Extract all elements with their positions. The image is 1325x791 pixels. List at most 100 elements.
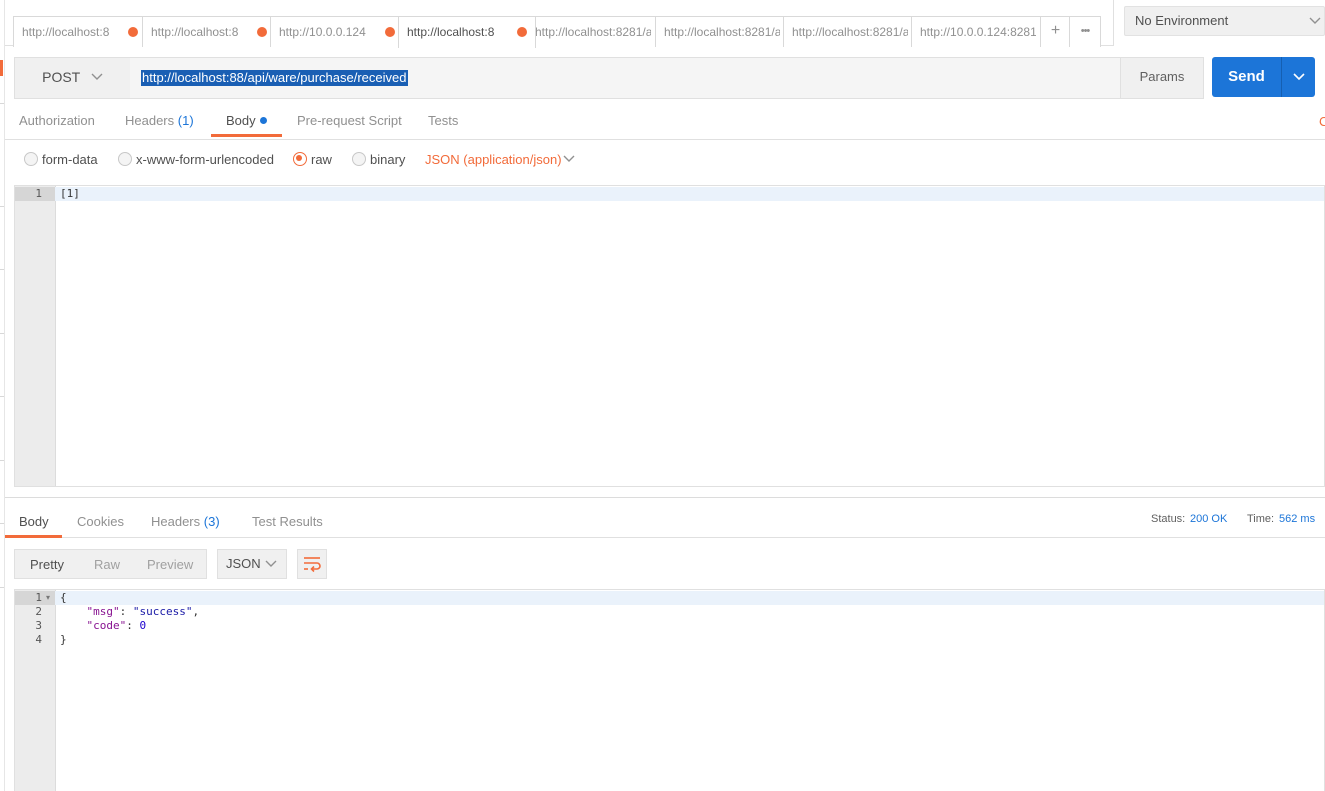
tab-pre-request-script[interactable]: Pre-request Script [297, 113, 402, 128]
code-line: "msg": "success", [86, 605, 200, 618]
preview-button[interactable]: Preview [147, 557, 193, 572]
sidebar-mark [0, 269, 4, 270]
line-number: 4 [35, 633, 42, 646]
request-tab[interactable]: http://localhost:8281/a [526, 16, 660, 47]
tab-label: Body [226, 113, 256, 128]
unsaved-dot-icon [128, 27, 138, 37]
radio-urlencoded[interactable] [118, 152, 132, 166]
request-tab[interactable]: http://10.0.0.124 [270, 16, 404, 47]
tab-label: Tests [428, 113, 459, 128]
tab-label: Pre-request Script [297, 113, 402, 128]
plus-icon: + [1050, 22, 1061, 39]
line-number: 3 [35, 619, 42, 632]
line-number: 2 [35, 605, 42, 618]
tab-label: Headers [125, 113, 175, 128]
json-value: "success" [132, 605, 193, 618]
headers-count: (1) [177, 113, 194, 128]
tab-label: Test Results [252, 514, 323, 529]
tab-response-cookies[interactable]: Cookies [77, 514, 124, 529]
tab-label: Headers [151, 514, 201, 529]
sidebar-mark [0, 523, 4, 524]
request-tab[interactable]: http://localhost:8281/a [783, 16, 917, 47]
radio-form-data[interactable] [24, 152, 38, 166]
request-tab[interactable]: http://localhost:8281/a [655, 16, 789, 47]
radio-label: form-data [42, 152, 98, 167]
send-options-button[interactable] [1281, 57, 1315, 97]
send-button[interactable]: Send [1212, 57, 1281, 97]
line-number: 1 [35, 591, 42, 604]
params-button[interactable]: Params [1120, 57, 1204, 99]
json-key: "code" [86, 619, 127, 632]
code-line: "code": 0 [86, 619, 147, 632]
sidebar-mark [0, 103, 4, 104]
wrap-lines-icon [304, 557, 321, 573]
tab-headers[interactable]: Headers (1) [125, 113, 194, 128]
response-body-viewer[interactable]: 1 ▾ 2 3 4 { "msg": "success", "code": 0 … [14, 589, 1325, 791]
raw-button[interactable]: Raw [94, 557, 120, 572]
unsaved-dot-icon [517, 27, 527, 37]
wrap-lines-button[interactable] [297, 549, 327, 579]
tab-authorization[interactable]: Authorization [19, 113, 95, 128]
pretty-button[interactable]: Pretty [30, 557, 64, 572]
radio-label: raw [311, 152, 332, 167]
response-format-select[interactable]: JSON [217, 549, 287, 579]
cookies-link[interactable]: C [1319, 114, 1325, 129]
radio-raw[interactable] [293, 152, 307, 166]
request-tab[interactable]: http://localhost:8 [13, 16, 147, 47]
fold-arrow-icon[interactable]: ▾ [46, 593, 50, 602]
request-tab[interactable]: http://10.0.0.124:8281/ [911, 16, 1045, 47]
unsaved-dot-icon [257, 27, 267, 37]
request-tab-label: http://localhost:8 [407, 25, 495, 39]
chevron-down-icon [1309, 17, 1321, 24]
modified-dot-icon [259, 117, 267, 124]
tab-body[interactable]: Body [226, 113, 267, 128]
request-url-row: POST http://localhost:88/api/ware/purcha… [14, 57, 1325, 99]
tab-test-results[interactable]: Test Results [252, 514, 323, 529]
tab-response-body[interactable]: Body [19, 514, 49, 529]
content-type-select[interactable]: JSON (application/json) [425, 152, 562, 167]
url-text-selected: http://localhost:88/api/ware/purchase/re… [141, 70, 408, 86]
request-tab-active[interactable]: http://localhost:8 [398, 16, 536, 48]
sidebar-active-marker [0, 60, 3, 76]
new-tab-button[interactable]: + [1040, 16, 1071, 47]
sidebar-mark [0, 206, 4, 207]
request-tab-label: http://localhost:8 [22, 25, 110, 39]
tab-options-button[interactable]: ••• [1069, 16, 1101, 47]
environment-label: No Environment [1135, 13, 1229, 28]
method-select[interactable]: POST [14, 57, 132, 99]
headers-count: (3) [203, 514, 220, 529]
sidebar-mark [0, 333, 4, 334]
chevron-down-icon [265, 560, 277, 567]
response-view-toggle: Pretty Raw Preview [14, 549, 207, 579]
json-key: "msg" [86, 605, 120, 618]
tab-label: Body [19, 514, 49, 529]
time-value: 562 ms [1279, 513, 1316, 525]
status-value: 200 OK [1190, 513, 1228, 525]
tab-response-headers[interactable]: Headers (3) [151, 514, 220, 529]
request-body-editor[interactable]: 1 [1] [14, 185, 1325, 487]
request-tab-label: http://10.0.0.124 [279, 25, 366, 39]
chevron-down-icon [91, 73, 103, 80]
json-value: 0 [139, 619, 147, 632]
radio-binary[interactable] [352, 152, 366, 166]
chevron-down-icon [1292, 73, 1305, 81]
more-icon: ••• [1080, 25, 1091, 37]
request-tab-label: http://localhost:8281/a [792, 25, 908, 39]
tab-label: Authorization [19, 113, 95, 128]
code-line: { [60, 591, 67, 604]
tab-tests[interactable]: Tests [428, 113, 458, 128]
request-tab-label: http://localhost:8 [151, 25, 239, 39]
params-label: Params [1139, 69, 1185, 84]
request-tab-label: http://localhost:8281/a [535, 25, 651, 39]
request-tab-label: http://10.0.0.124:8281/ [920, 25, 1036, 39]
line-number: 1 [35, 187, 42, 200]
time-label: Time: [1247, 513, 1275, 525]
response-tabs: Body Cookies Headers (3) Test Results [5, 498, 1325, 538]
url-input[interactable]: http://localhost:88/api/ware/purchase/re… [130, 57, 1121, 99]
request-tab[interactable]: http://localhost:8 [142, 16, 276, 47]
chevron-down-icon[interactable] [562, 150, 576, 168]
status-label: Status: [1151, 513, 1186, 525]
active-tab-underline [211, 134, 282, 137]
code-line: } [60, 633, 67, 646]
environment-select[interactable]: No Environment [1124, 6, 1325, 36]
